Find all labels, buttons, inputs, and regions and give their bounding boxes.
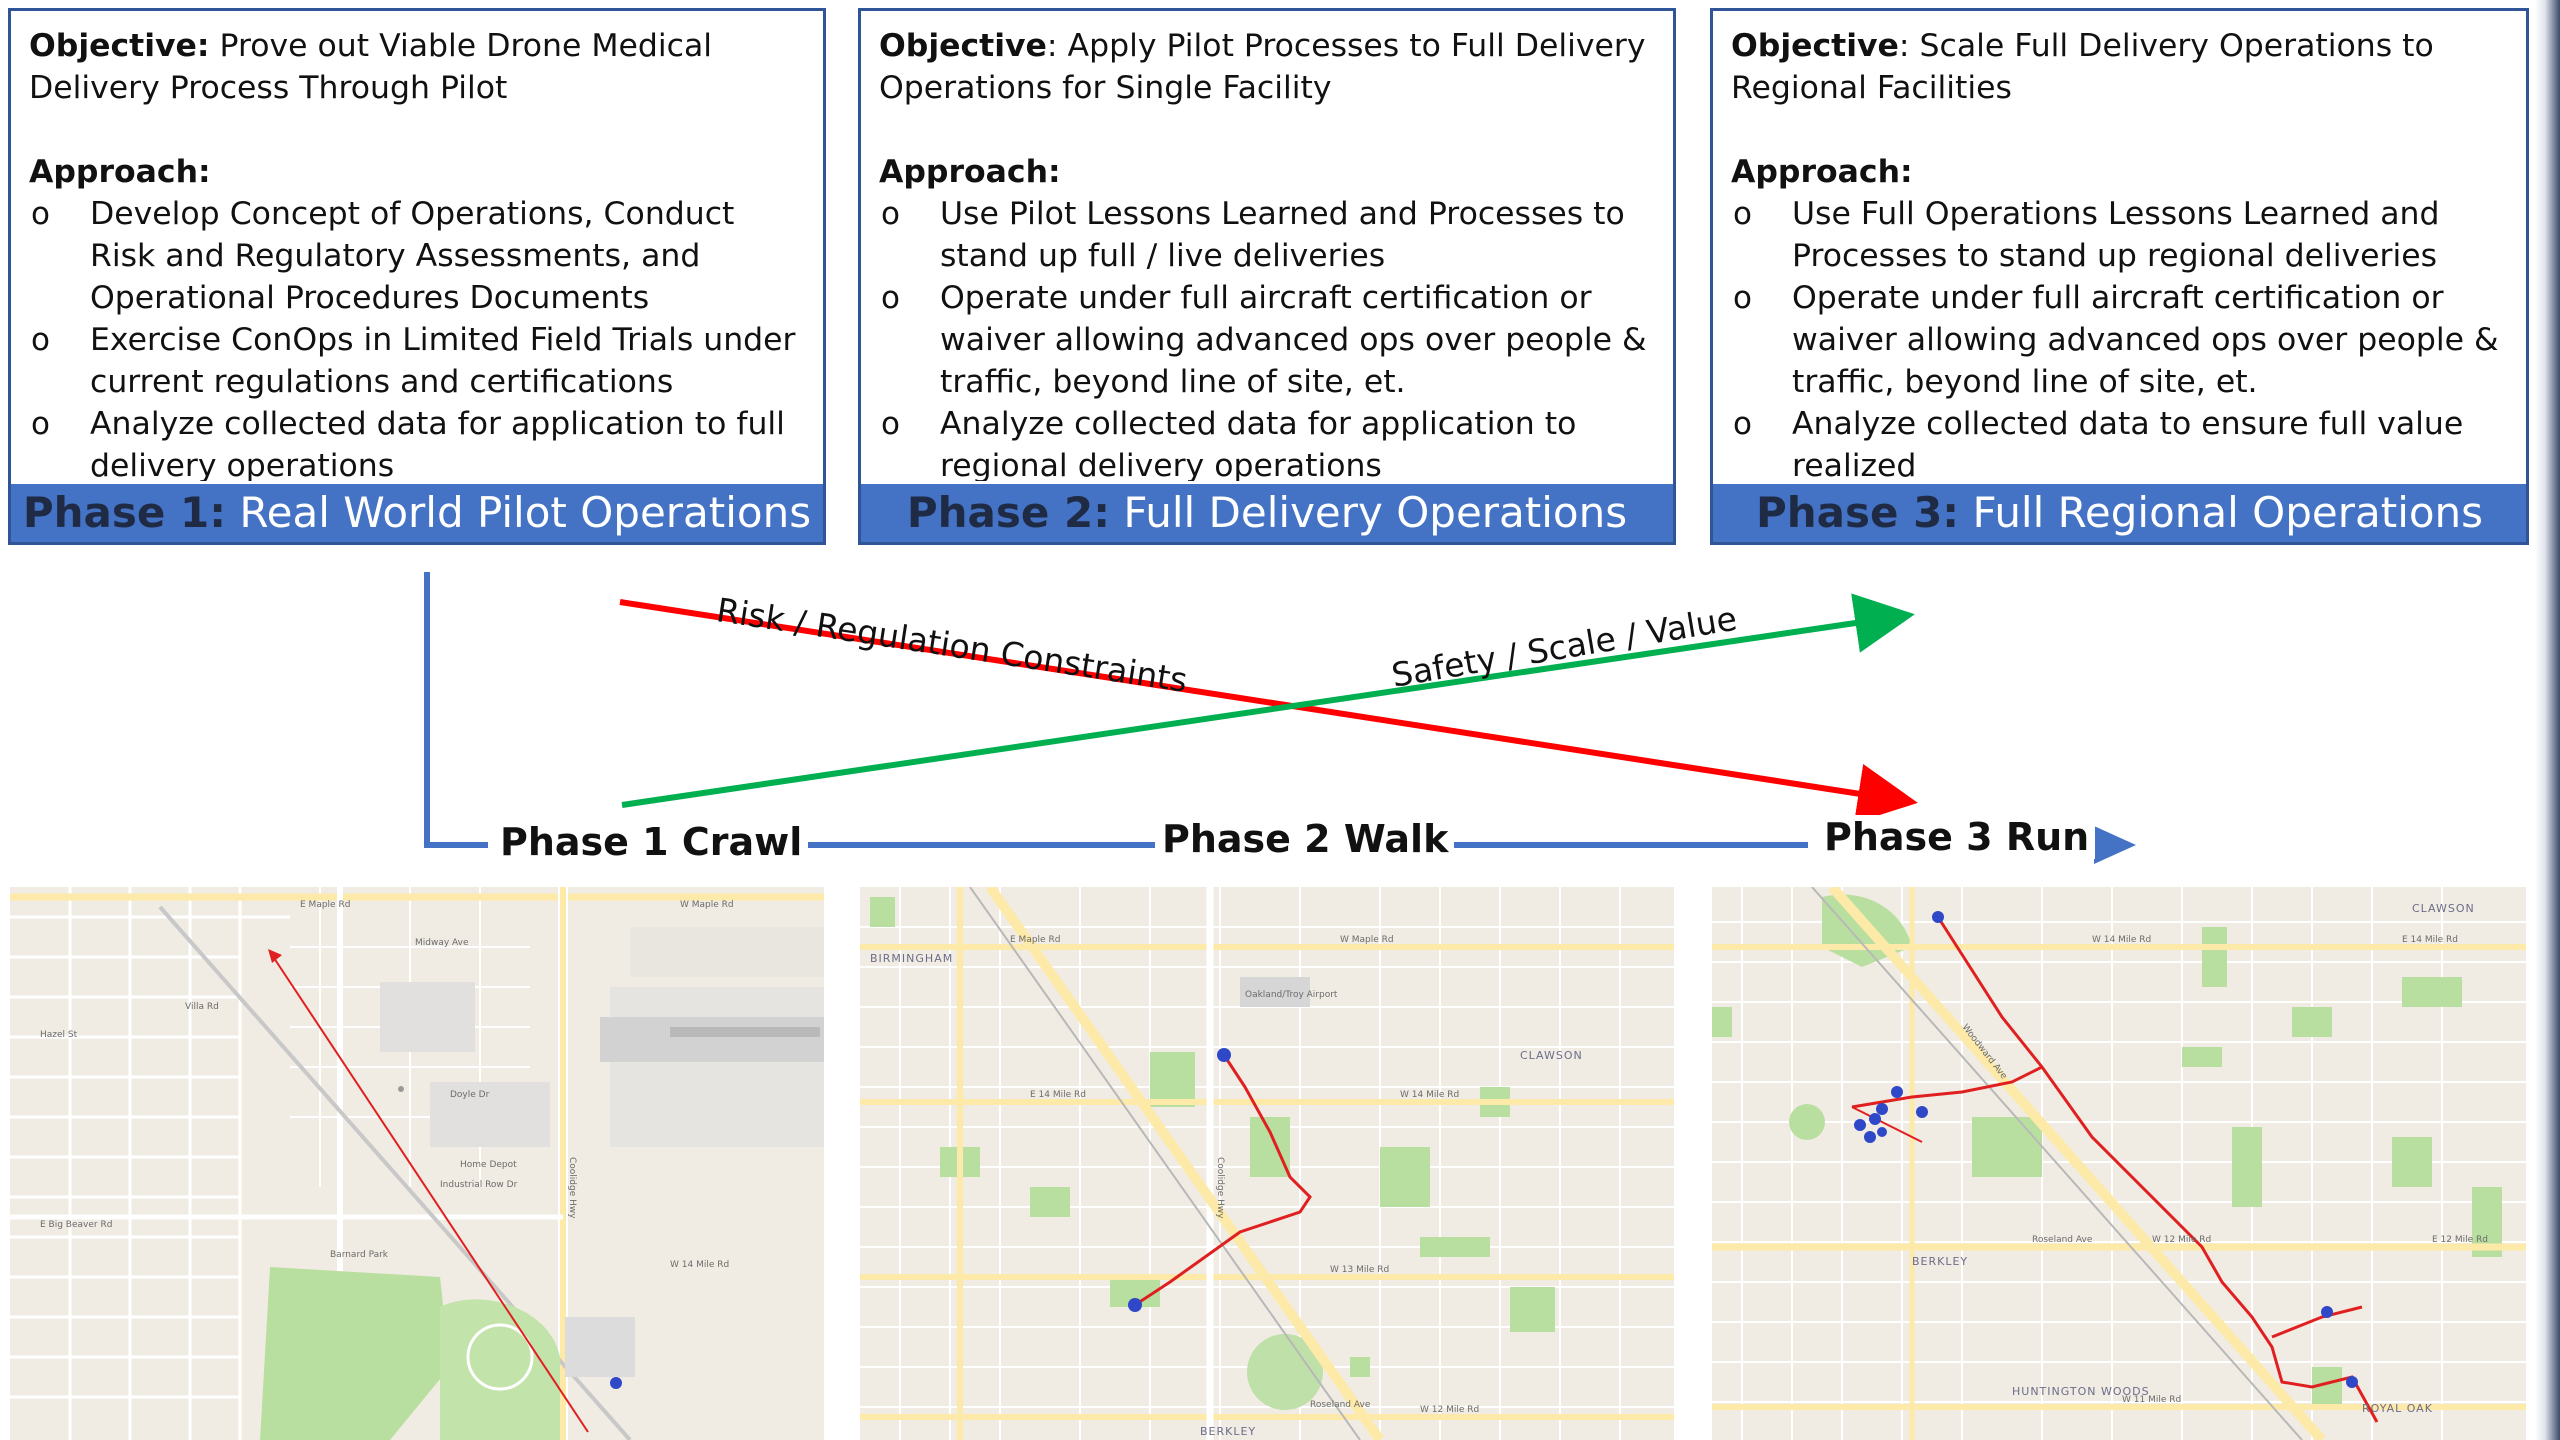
approach-bullet: Operate under full aircraft certificatio…	[1731, 277, 2510, 403]
map-label: W Maple Rd	[1340, 935, 1394, 945]
stage-label-phase-3: Phase 3 Run	[1818, 815, 2096, 859]
map-label: BERKLEY	[1200, 1425, 1256, 1438]
approach-list: Develop Concept of Operations, Conduct R…	[29, 193, 807, 481]
green-arrow	[621, 593, 1915, 808]
phase-3-body: Objective: Scale Full Delivery Operation…	[1713, 11, 2526, 481]
map-phase-1: E Maple Rd W Maple Rd Villa Rd Hazel St …	[10, 887, 824, 1440]
phase-name: Full Regional Operations	[1972, 488, 2484, 537]
map-label: W 12 Mile Rd	[1420, 1405, 1479, 1415]
phase-3-header: Phase 3: Full Regional Operations	[1713, 484, 2526, 542]
objective-label: Objective	[1731, 28, 1899, 64]
map-label: Doyle Dr	[450, 1090, 490, 1100]
map-phase-2: BIRMINGHAM E Maple Rd W Maple Rd E 14 Mi…	[860, 887, 1674, 1440]
phase-number: Phase 3:	[1755, 488, 1960, 537]
approach-bullet: Operate under full aircraft certificatio…	[879, 277, 1657, 403]
phase-name: Full Delivery Operations	[1123, 488, 1628, 537]
map-label: W 12 Mile Rd	[2152, 1235, 2211, 1245]
map-label: E 14 Mile Rd	[1030, 1090, 1086, 1100]
stage-label-phase-2: Phase 2 Walk	[1156, 817, 1455, 861]
map-label: Home Depot	[460, 1160, 517, 1170]
map-label: BERKLEY	[1912, 1255, 1968, 1268]
map-label: Villa Rd	[185, 1002, 219, 1012]
map-label: Coolidge Hwy	[1215, 1157, 1225, 1219]
approach-bullet: Develop Concept of Operations, Conduct R…	[29, 193, 807, 319]
map-label: BIRMINGHAM	[870, 952, 953, 965]
objective-label: Objective:	[29, 28, 210, 64]
stage-label-phase-1: Phase 1 Crawl	[494, 820, 809, 864]
approach-label: Approach:	[29, 154, 211, 190]
map-label: ROYAL OAK	[2362, 1402, 2433, 1415]
map-label: E Big Beaver Rd	[40, 1220, 112, 1230]
map-label: Roseland Ave	[1310, 1400, 1371, 1410]
map-label: W 11 Mile Rd	[2122, 1395, 2181, 1405]
phase-2-header: Phase 2: Full Delivery Operations	[861, 484, 1673, 542]
map-label: W 14 Mile Rd	[1400, 1090, 1459, 1100]
map-label: E Maple Rd	[1010, 935, 1060, 945]
phase-3-card: Objective: Scale Full Delivery Operation…	[1710, 8, 2529, 545]
phase-number: Phase 1:	[22, 488, 227, 537]
approach-list: Use Pilot Lessons Learned and Processes …	[879, 193, 1657, 481]
map-label: Industrial Row Dr	[440, 1180, 518, 1190]
map-label: Midway Ave	[415, 938, 469, 948]
blue-timeline-vertical	[424, 572, 488, 848]
approach-bullet: Use Full Operations Lessons Learned and …	[1731, 193, 2510, 277]
phase-name: Real World Pilot Operations	[239, 488, 812, 537]
approach-bullet: Exercise ConOps in Limited Field Trials …	[29, 319, 807, 403]
phase-2-body: Objective: Apply Pilot Processes to Full…	[861, 11, 1673, 481]
map-label: W 13 Mile Rd	[1330, 1265, 1389, 1275]
approach-bullet: Analyze collected data for application t…	[29, 403, 807, 481]
phase-1-card: Objective: Prove out Viable Drone Medica…	[8, 8, 826, 545]
approach-list: Use Full Operations Lessons Learned and …	[1731, 193, 2510, 481]
map-label: CLAWSON	[2412, 902, 2475, 915]
map-label: Roseland Ave	[2032, 1235, 2093, 1245]
map-label: W 14 Mile Rd	[670, 1260, 729, 1270]
approach-bullet: Analyze collected data for application t…	[879, 403, 1657, 481]
map-label: E 14 Mile Rd	[2402, 935, 2458, 945]
map-label: W 14 Mile Rd	[2092, 935, 2151, 945]
blue-arrowhead	[2094, 826, 2136, 864]
approach-bullet: Analyze collected data to ensure full va…	[1731, 403, 2510, 481]
map-label: E 12 Mile Rd	[2432, 1235, 2488, 1245]
phase-1-body: Objective: Prove out Viable Drone Medica…	[11, 11, 823, 481]
map-label: CLAWSON	[1520, 1049, 1583, 1062]
approach-label: Approach:	[879, 154, 1061, 190]
map-phase-3: CLAWSON E 14 Mile Rd W 14 Mile Rd BERKLE…	[1712, 887, 2526, 1440]
phase-2-card: Objective: Apply Pilot Processes to Full…	[858, 8, 1676, 545]
phase-1-header: Phase 1: Real World Pilot Operations	[11, 484, 823, 542]
map-label: Oakland/Troy Airport	[1245, 990, 1338, 1000]
map-label: Coolidge Hwy	[567, 1157, 577, 1219]
map-label: W Maple Rd	[680, 900, 734, 910]
map-label: E Maple Rd	[300, 900, 350, 910]
map-label: Barnard Park	[330, 1250, 389, 1260]
objective-label: Objective	[879, 28, 1047, 64]
approach-label: Approach:	[1731, 154, 1913, 190]
phase-number: Phase 2:	[906, 488, 1111, 537]
approach-bullet: Use Pilot Lessons Learned and Processes …	[879, 193, 1657, 277]
map-label: Hazel St	[40, 1030, 78, 1040]
